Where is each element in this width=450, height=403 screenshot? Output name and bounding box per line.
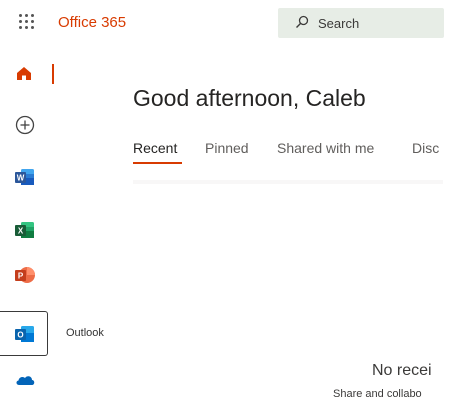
excel-icon: X: [15, 222, 34, 238]
search-box[interactable]: Search: [278, 8, 444, 38]
empty-state-subtitle: Share and collabo: [333, 388, 422, 400]
tab-recent[interactable]: Recent: [133, 140, 177, 156]
brand-title[interactable]: Office 365: [58, 14, 126, 31]
word-icon: W: [15, 169, 34, 185]
rail-create[interactable]: [8, 109, 42, 141]
active-tab-underline: [133, 162, 182, 164]
tab-discover[interactable]: Disc: [412, 140, 439, 156]
page-greeting: Good afternoon, Caleb: [133, 85, 366, 111]
plus-circle-icon: [15, 115, 35, 135]
svg-text:P: P: [18, 272, 24, 281]
outlook-icon: O: [15, 326, 34, 342]
tab-shared-with-me[interactable]: Shared with me: [277, 140, 374, 156]
list-divider: [133, 180, 443, 184]
search-placeholder: Search: [318, 16, 360, 31]
rail-powerpoint[interactable]: P: [8, 260, 42, 292]
rail-onedrive[interactable]: [8, 366, 42, 398]
svg-text:W: W: [17, 174, 25, 183]
svg-text:X: X: [18, 227, 24, 236]
app-launcher-icon[interactable]: [19, 14, 35, 30]
powerpoint-icon: P: [15, 267, 35, 283]
rail-home[interactable]: [8, 58, 42, 90]
onedrive-icon: [16, 376, 35, 385]
rail-word[interactable]: W: [8, 162, 42, 194]
rail-outlook[interactable]: O: [8, 318, 42, 350]
search-icon: [296, 15, 309, 28]
active-indicator: [52, 64, 54, 84]
top-bar: Office 365 Search: [0, 0, 450, 44]
rail-excel[interactable]: X: [8, 215, 42, 247]
tab-strip: Recent Pinned Shared with me Disc: [133, 140, 443, 166]
rail-tooltip: Outlook: [66, 327, 104, 339]
svg-text:O: O: [17, 331, 23, 340]
home-icon: [17, 67, 31, 80]
tab-pinned[interactable]: Pinned: [205, 140, 249, 156]
empty-state-title: No recei: [372, 362, 432, 379]
